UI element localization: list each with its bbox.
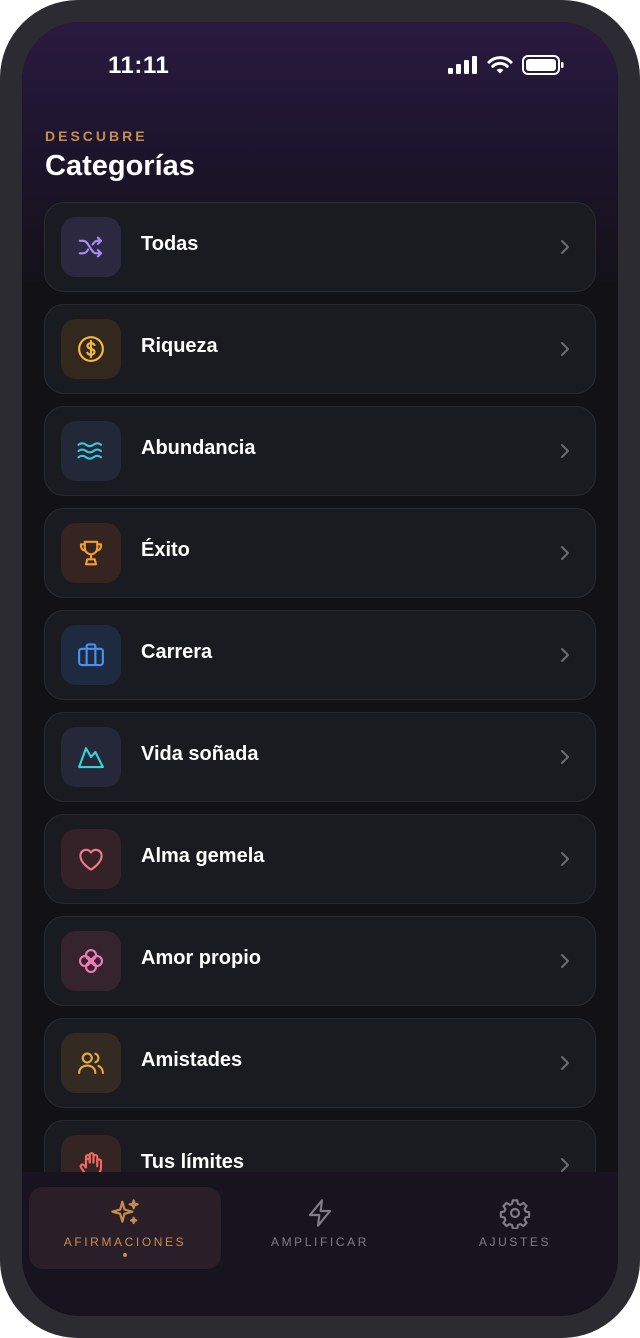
tab-bar: AFIRMACIONES AMPLIFICAR AJUSTES [22, 1172, 618, 1316]
tab-label: AJUSTES [478, 1235, 552, 1249]
status-bar: 11:11 [22, 22, 618, 112]
screen: 11:11 DESCUBRE Categorías Todas Riqueza … [22, 22, 618, 1316]
wifi-icon [487, 56, 513, 74]
chevron-right-icon [561, 444, 569, 458]
chevron-right-icon [561, 852, 569, 866]
chevron-right-icon [561, 342, 569, 356]
category-label: Vida soñada [141, 743, 259, 765]
category-row-riqueza[interactable]: Riqueza [44, 304, 596, 394]
tab-ajustes[interactable]: AJUSTES [419, 1187, 611, 1269]
category-label: Abundancia [141, 437, 256, 459]
category-label: Alma gemela [141, 845, 265, 867]
lightning-icon [308, 1199, 332, 1227]
status-time: 11:11 [108, 52, 170, 79]
category-icon-box [61, 421, 121, 481]
category-icon-box [61, 217, 121, 277]
tab-amplificar[interactable]: AMPLIFICAR [224, 1187, 416, 1269]
category-label: Éxito [141, 539, 190, 561]
category-row-alma-gemela[interactable]: Alma gemela [44, 814, 596, 904]
heart-icon [79, 848, 103, 871]
chevron-right-icon [561, 546, 569, 560]
trophy-icon [79, 540, 103, 566]
category-row-amistades[interactable]: Amistades [44, 1018, 596, 1108]
category-row-amor-propio[interactable]: Amor propio [44, 916, 596, 1006]
chevron-right-icon [561, 954, 569, 968]
waves-icon [77, 442, 103, 460]
tab-label: AFIRMACIONES [63, 1235, 187, 1249]
section-eyebrow: DESCUBRE [45, 128, 148, 144]
category-label: Amistades [141, 1049, 243, 1071]
category-icon-box [61, 829, 121, 889]
chevron-right-icon [561, 1056, 569, 1070]
status-icons [448, 55, 564, 75]
page-title: Categorías [45, 150, 195, 182]
category-icon-box [61, 931, 121, 991]
category-label: Todas [141, 233, 199, 255]
mountain-icon [78, 747, 104, 769]
chevron-right-icon [561, 750, 569, 764]
tab-afirmaciones[interactable]: AFIRMACIONES [29, 1187, 221, 1269]
category-row-exito[interactable]: Éxito [44, 508, 596, 598]
chevron-right-icon [561, 648, 569, 662]
category-row-vida-sonada[interactable]: Vida soñada [44, 712, 596, 802]
users-icon [78, 1052, 104, 1075]
category-list: Todas Riqueza Abundancia Éxito Carrera V… [44, 202, 596, 1222]
category-icon-box [61, 319, 121, 379]
sparkles-icon [111, 1199, 139, 1225]
category-row-todas[interactable]: Todas [44, 202, 596, 292]
category-label: Riqueza [141, 335, 218, 357]
active-tab-indicator [123, 1253, 127, 1257]
briefcase-icon [78, 643, 104, 667]
gear-icon [499, 1199, 531, 1229]
cellular-signal-icon [448, 56, 477, 74]
device-frame: 11:11 DESCUBRE Categorías Todas Riqueza … [0, 0, 640, 1338]
dollar-coin-icon [78, 336, 104, 362]
chevron-right-icon [561, 240, 569, 254]
category-icon-box [61, 727, 121, 787]
category-icon-box [61, 523, 121, 583]
category-icon-box [61, 1033, 121, 1093]
category-row-abundancia[interactable]: Abundancia [44, 406, 596, 496]
flower-icon [78, 948, 104, 974]
category-label: Carrera [141, 641, 213, 663]
category-icon-box [61, 625, 121, 685]
tab-label: AMPLIFICAR [270, 1235, 369, 1249]
category-label: Tus límites [141, 1151, 244, 1173]
category-label: Amor propio [141, 947, 261, 969]
battery-icon [522, 55, 564, 75]
category-row-carrera[interactable]: Carrera [44, 610, 596, 700]
shuffle-icon [78, 236, 103, 258]
